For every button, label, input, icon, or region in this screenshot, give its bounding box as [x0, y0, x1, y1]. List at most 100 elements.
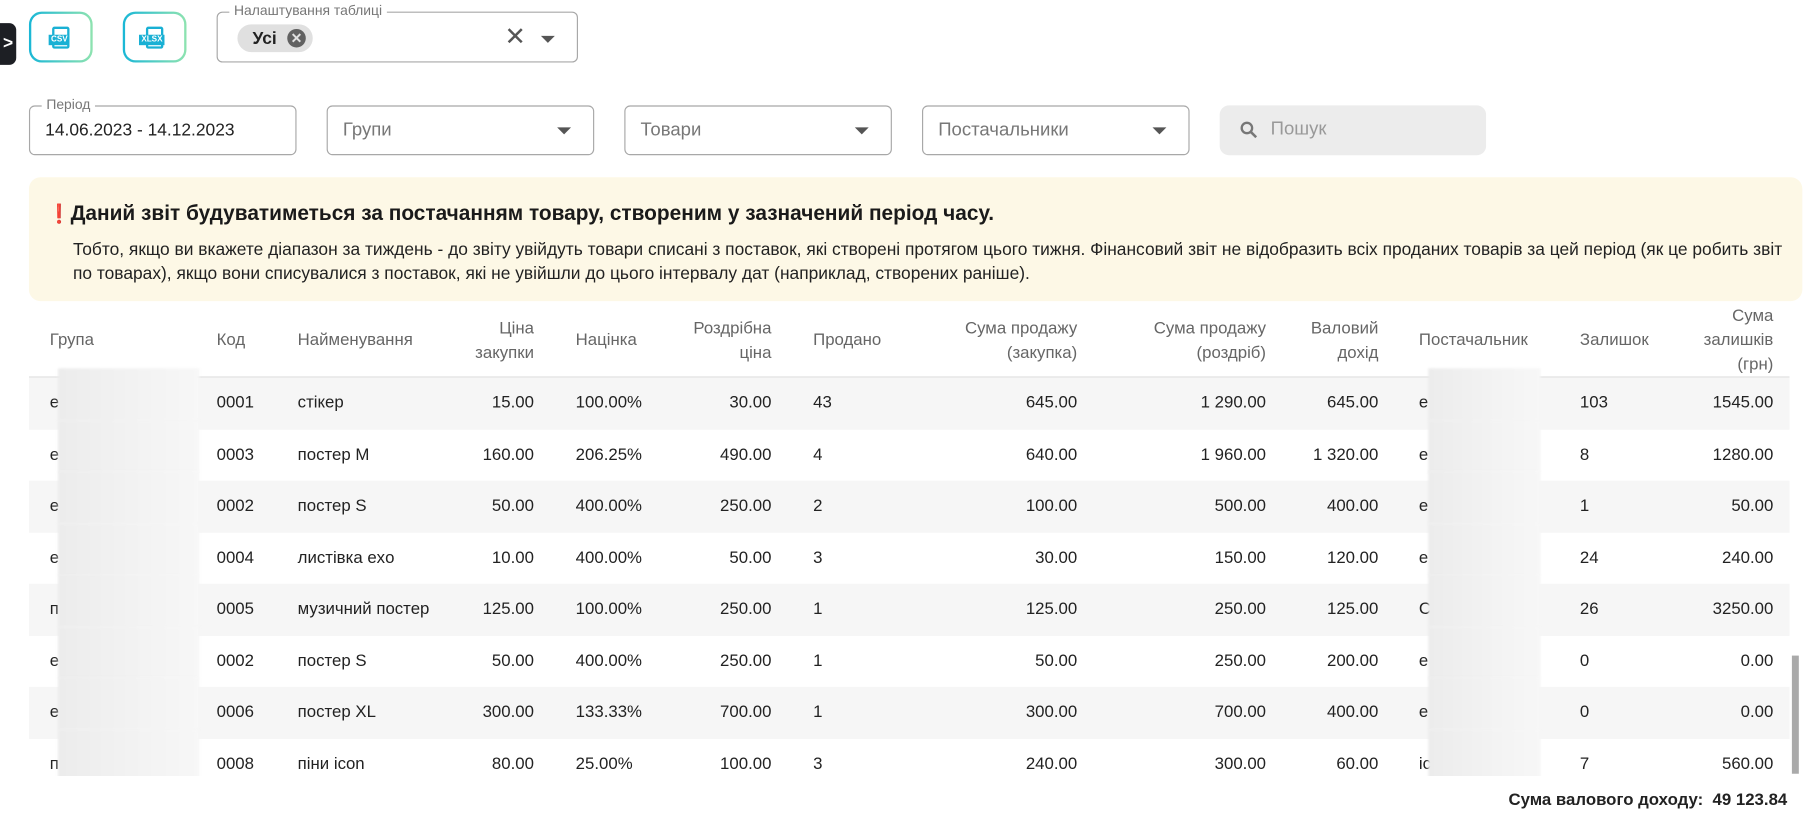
- report-table: Група Код Найменування Ціна закупки Націнка Р…: [28, 305, 1790, 777]
- cell-sum-purchase: 240.00: [1025, 754, 1078, 774]
- header-sold[interactable]: Продано: [788, 329, 915, 353]
- cell-code: 0006: [216, 703, 254, 722]
- period-value: 14.06.2023 - 14.12.2023: [45, 120, 235, 141]
- cell-group: п: [29, 574, 203, 627]
- cell-retail-price: 250.00: [720, 497, 772, 516]
- groups-select[interactable]: Групи: [326, 105, 595, 156]
- redacted-blur: [1428, 420, 1541, 473]
- cell-stock: 1: [1579, 497, 1590, 516]
- header-purchase-price[interactable]: Ціна закупки: [440, 317, 550, 366]
- cell-supplier: е: [1396, 420, 1558, 473]
- chip-label: Усі: [252, 28, 277, 49]
- cell-group: е: [29, 471, 203, 524]
- header-stock[interactable]: Залишок: [1558, 329, 1668, 353]
- redacted-blur: [1428, 677, 1541, 731]
- cell-text: е: [1418, 651, 1429, 671]
- cell-name: музичний постер: [297, 600, 430, 619]
- cell-group: е: [29, 368, 203, 421]
- cell-purchase-price: 50.00: [491, 497, 534, 516]
- cell-retail-price: 100.00: [720, 754, 772, 774]
- cell-markup: 400.00%: [575, 651, 642, 671]
- header-supplier[interactable]: Постачальник: [1396, 329, 1558, 353]
- export-xlsx-button[interactable]: XLSX: [122, 11, 187, 63]
- chip-all: Усі ✕: [237, 24, 313, 53]
- cell-gross-income: 1 320.00: [1312, 445, 1379, 465]
- cell-retail-price: 250.00: [720, 600, 772, 619]
- cell-stock-sum: 560.00: [1721, 754, 1774, 774]
- header-sum-purchase[interactable]: Сума продажу (закупка): [915, 317, 1095, 366]
- cell-stock-sum: 1280.00: [1712, 445, 1774, 465]
- header-stock-sum[interactable]: Сума залишків (грн): [1668, 305, 1790, 378]
- cell-markup: 100.00%: [575, 600, 642, 619]
- cell-name: стікер: [297, 394, 344, 413]
- cell-supplier: C: [1396, 574, 1558, 627]
- header-retail-price[interactable]: Роздрібна ціна: [672, 317, 788, 366]
- chevron-down-icon: [1152, 127, 1167, 135]
- export-csv-button[interactable]: CSV: [28, 11, 93, 63]
- period-picker[interactable]: Період 14.06.2023 - 14.12.2023: [28, 96, 297, 156]
- cell-group: е: [29, 626, 203, 679]
- cell-group: е: [29, 523, 203, 576]
- chevron-down-icon[interactable]: [540, 35, 555, 43]
- cell-purchase-price: 300.00: [482, 703, 534, 722]
- search-placeholder: Пошук: [1270, 119, 1327, 139]
- suppliers-select[interactable]: Постачальники: [922, 105, 1190, 156]
- cell-sum-purchase: 645.00: [1025, 394, 1078, 413]
- header-group[interactable]: Група: [29, 329, 203, 353]
- chip-remove-icon[interactable]: ✕: [287, 28, 306, 48]
- cell-sold: 4: [813, 445, 823, 465]
- cell-code: 0002: [216, 497, 254, 516]
- header-sum-retail[interactable]: Сума продажу (роздріб): [1095, 317, 1284, 366]
- cell-stock-sum: 0.00: [1740, 703, 1774, 722]
- notice-text: Тобто, якщо ви вкажете діапазон за тижде…: [72, 239, 1783, 284]
- header-gross-income[interactable]: Валовий дохід: [1283, 317, 1395, 366]
- cell-gross-income: 400.00: [1326, 703, 1379, 722]
- cell-supplier: е: [1396, 523, 1558, 576]
- notice-title-text: Даний звіт будуватиметься за постачанням…: [70, 201, 995, 225]
- cell-stock: 103: [1579, 394, 1608, 413]
- cell-retail-price: 700.00: [720, 703, 772, 722]
- cell-purchase-price: 10.00: [491, 548, 534, 568]
- search-input[interactable]: Пошук: [1219, 105, 1487, 156]
- table-settings-label: Налаштування таблиці: [229, 2, 387, 19]
- xlsx-file-icon: XLSX: [138, 26, 165, 49]
- cell-gross-income: 645.00: [1326, 394, 1379, 413]
- products-select[interactable]: Товари: [624, 105, 892, 156]
- cell-sum-retail: 250.00: [1214, 600, 1267, 619]
- header-name[interactable]: Найменування: [284, 329, 440, 353]
- redacted-blur: [1428, 471, 1541, 524]
- cell-sold: 43: [813, 394, 832, 413]
- header-markup[interactable]: Націнка: [550, 329, 672, 353]
- clear-icon[interactable]: ✕: [505, 22, 526, 52]
- cell-code: 0004: [216, 548, 254, 568]
- cell-sum-retail: 300.00: [1214, 754, 1267, 774]
- cell-supplier: ic: [1396, 729, 1558, 777]
- cell-sum-purchase: 50.00: [1035, 651, 1078, 671]
- cell-sum-retail: 500.00: [1214, 497, 1267, 516]
- cell-retail-price: 30.00: [729, 394, 772, 413]
- table-row[interactable]: п 0008 піни icon 80.00 25.00% 100.00 3 240.00 30…: [29, 729, 1790, 777]
- sidebar-expand-button[interactable]: >: [0, 23, 17, 65]
- cell-code: 0005: [216, 600, 254, 619]
- cell-name: постер XL: [297, 703, 376, 722]
- total-label: Сума валового доходу:: [1508, 791, 1704, 810]
- redacted-blur: [57, 471, 200, 524]
- table-settings-select[interactable]: Налаштування таблиці Усі ✕ ✕: [216, 2, 578, 63]
- redacted-blur: [57, 368, 200, 421]
- scrollbar[interactable]: [1791, 655, 1799, 774]
- cell-name: постер S: [297, 497, 367, 516]
- cell-stock: 24: [1579, 548, 1599, 568]
- products-placeholder: Товари: [640, 120, 702, 141]
- cell-markup: 400.00%: [575, 497, 642, 516]
- gross-income-total: Сума валового доходу: 49 123.84: [1508, 791, 1787, 810]
- notice-box: ❗Даний звіт будуватиметься за постачання…: [28, 177, 1803, 302]
- redacted-blur: [57, 420, 200, 473]
- cell-gross-income: 200.00: [1326, 651, 1379, 671]
- cell-sum-purchase: 100.00: [1025, 497, 1078, 516]
- cell-markup: 400.00%: [575, 548, 642, 568]
- xlsx-label: XLSX: [138, 34, 165, 45]
- header-code[interactable]: Код: [203, 329, 284, 353]
- redacted-blur: [57, 729, 200, 777]
- cell-stock-sum: 50.00: [1731, 497, 1774, 516]
- cell-sum-retail: 250.00: [1214, 651, 1267, 671]
